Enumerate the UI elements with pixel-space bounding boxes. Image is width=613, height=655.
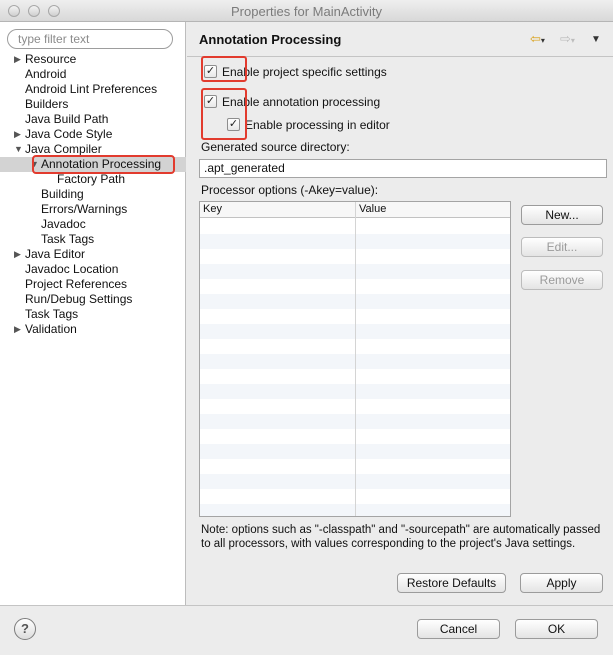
tree-item[interactable]: Building [0,187,186,202]
classpath-note: Note: options such as "-classpath" and "… [201,524,601,550]
tree-item-label: Resource [25,52,77,66]
tree-item-label: Android [25,67,67,81]
tree-item-label: Javadoc [41,217,86,231]
title-bar: Properties for MainActivity [0,0,613,22]
column-header-value[interactable]: Value [359,203,386,215]
page-title: Annotation Processing [199,32,342,47]
restore-defaults-button[interactable]: Restore Defaults [397,573,506,593]
ok-button[interactable]: OK [515,619,598,639]
tree-item-label: Task Tags [25,307,79,321]
highlight-box [201,56,247,82]
tree-item[interactable]: Android Lint Preferences [0,82,186,97]
highlight-box [201,88,247,140]
tree-item[interactable]: ▼ Annotation Processing [0,155,186,174]
tree-item[interactable]: Javadoc Location [0,262,186,277]
expanded-arrow-icon[interactable]: ▼ [14,142,23,157]
tree-item-label: Errors/Warnings [41,202,128,216]
preferences-sidebar: type filter text ▶ Resource Android Android… [0,22,186,605]
tree-item-label: Java Code Style [25,127,113,141]
forward-arrow-icon: ⇨▾ [560,31,575,46]
tree-item[interactable]: ▶ Validation [0,322,186,337]
filter-input[interactable]: type filter text [7,29,173,49]
tree-item[interactable]: Builders [0,97,186,112]
tree-item[interactable]: Android [0,67,186,82]
properties-dialog: Properties for MainActivity type filter … [0,0,613,655]
tree-item-label: Java Build Path [25,112,109,126]
tree-item-label: Project References [25,277,128,291]
tree-item[interactable]: Task Tags [0,307,186,322]
tree-item-label: Java Editor [25,247,86,261]
tree-item[interactable]: ▶ Java Code Style [0,127,186,142]
tree-item-label: Run/Debug Settings [25,292,133,306]
remove-button[interactable]: Remove [521,270,603,290]
tree-item[interactable]: Task Tags [0,232,186,247]
tree-item[interactable]: ▶ Java Editor [0,247,186,262]
tree-item[interactable]: Run/Debug Settings [0,292,186,307]
processor-options-table[interactable]: Key Value [199,201,511,517]
tree-item-label: Builders [25,97,69,111]
tree-item-label: Task Tags [41,232,95,246]
collapsed-arrow-icon[interactable]: ▶ [14,127,21,142]
tree-item-label: Factory Path [57,172,126,186]
tree-item[interactable]: Javadoc [0,217,186,232]
new-button[interactable]: New... [521,205,603,225]
collapsed-arrow-icon[interactable]: ▶ [14,52,21,67]
tree-item[interactable]: Java Build Path [0,112,186,127]
collapsed-arrow-icon[interactable]: ▶ [14,247,21,262]
edit-button[interactable]: Edit... [521,237,603,257]
preferences-tree: ▶ Resource Android Android Lint Preferences… [0,52,186,337]
header-divider [187,56,613,57]
collapsed-arrow-icon[interactable]: ▶ [14,322,21,337]
generated-dir-label: Generated source directory: [201,140,350,154]
tree-item[interactable]: Errors/Warnings [0,202,186,217]
tree-item[interactable]: Project References [0,277,186,292]
column-divider [355,202,356,516]
back-arrow-icon[interactable]: ⇦▾ [530,31,545,47]
help-icon[interactable]: ? [14,618,36,640]
cancel-button[interactable]: Cancel [417,619,500,639]
generated-dir-input[interactable]: .apt_generated [199,159,607,178]
window-title: Properties for MainActivity [231,4,382,19]
column-header-key[interactable]: Key [203,203,222,215]
view-menu-icon[interactable]: ▼ [591,34,601,45]
tree-item-label: Validation [25,322,77,336]
apply-button[interactable]: Apply [520,573,603,593]
tree-item-label: Building [41,187,84,201]
tree-item[interactable]: Factory Path [0,172,186,187]
tree-item[interactable]: ▶ Resource [0,52,186,67]
tree-item-label: Javadoc Location [25,262,119,276]
tree-item-label: Android Lint Preferences [25,82,158,96]
processor-options-label: Processor options (-Akey=value): [201,183,379,197]
